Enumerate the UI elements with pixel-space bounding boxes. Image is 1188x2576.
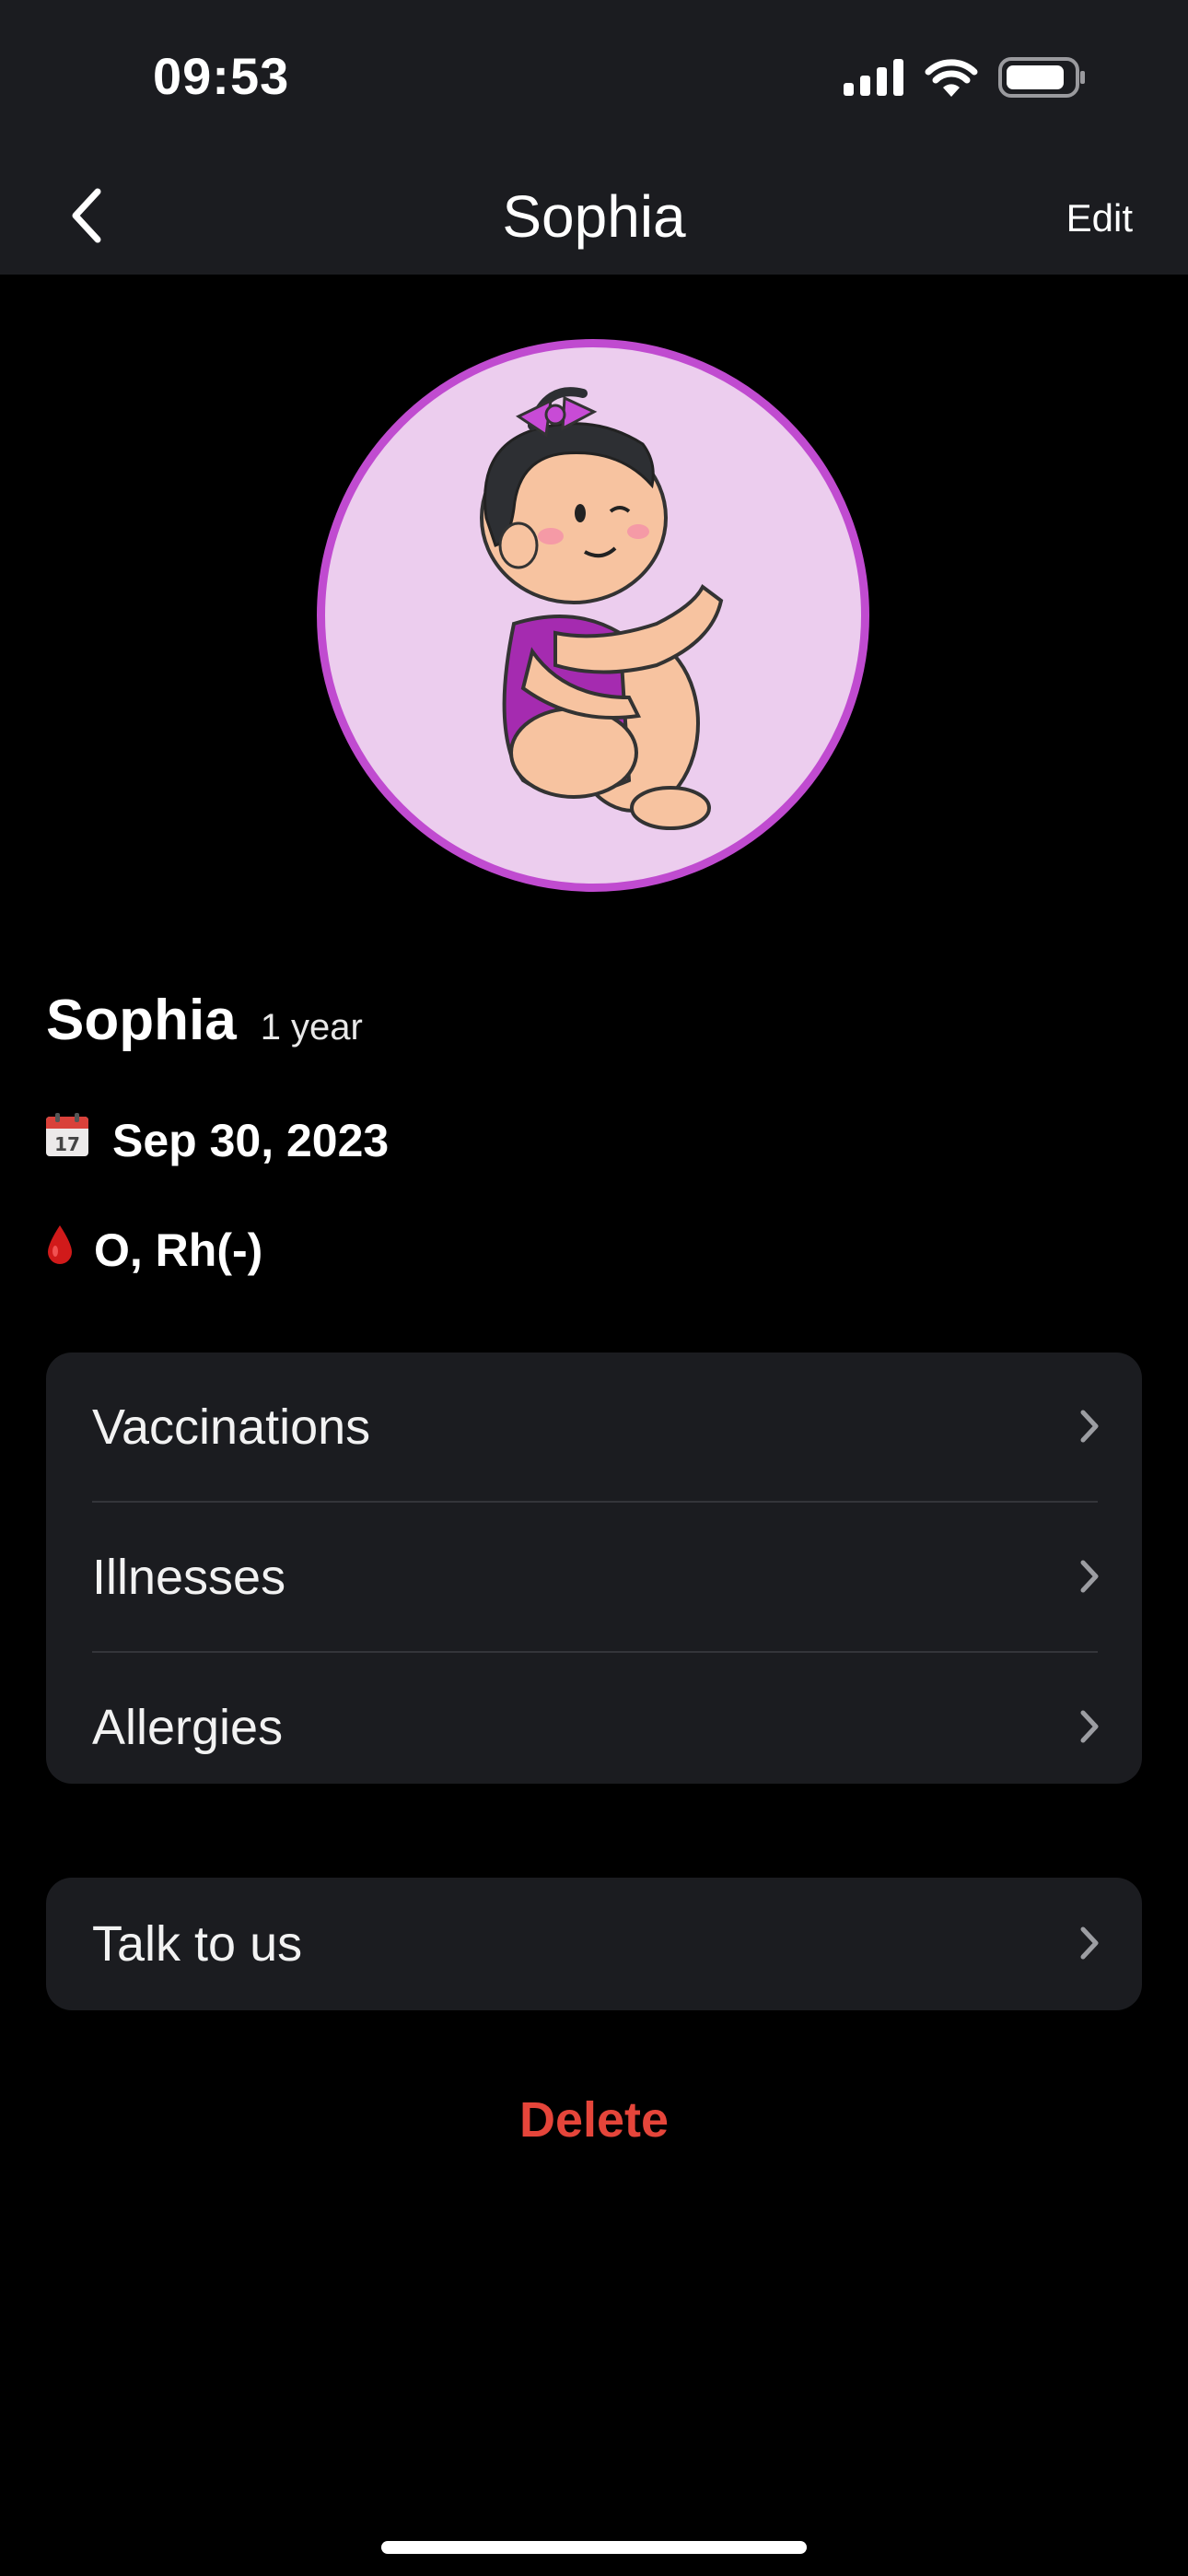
- calendar-day: 17: [54, 1133, 80, 1155]
- chevron-right-icon: [1079, 1915, 1100, 1973]
- menu-item-vaccinations[interactable]: Vaccinations: [46, 1352, 1142, 1501]
- status-time: 09:53: [153, 47, 290, 105]
- menu-item-label: Vaccinations: [92, 1399, 371, 1455]
- battery-icon: [998, 57, 1087, 102]
- health-menu: Vaccinations Illnesses Allergies: [46, 1352, 1142, 1784]
- status-icons: [844, 57, 1087, 102]
- signal-icon: [844, 59, 904, 100]
- blood-drop-icon: [44, 1224, 76, 1277]
- support-card: Talk to us: [46, 1878, 1142, 2010]
- blood-type: O, Rh(-): [94, 1224, 263, 1276]
- delete-button[interactable]: Delete: [0, 2091, 1188, 2149]
- calendar-icon: 17: [44, 1112, 90, 1169]
- chevron-right-icon: [1079, 1549, 1100, 1606]
- talk-to-us-button[interactable]: Talk to us: [46, 1878, 1142, 2010]
- menu-item-label: Illnesses: [92, 1549, 286, 1605]
- edit-button[interactable]: Edit: [1066, 196, 1133, 240]
- profile-name-row: Sophia 1 year: [46, 988, 363, 1053]
- blood-type-row: O, Rh(-): [44, 1224, 262, 1277]
- top-bar: 09:53 Sophia Edit: [0, 0, 1188, 275]
- birth-date-row: 17 Sep 30, 2023: [44, 1112, 389, 1169]
- chevron-right-icon: [1079, 1699, 1100, 1756]
- birth-date: Sep 30, 2023: [112, 1115, 390, 1166]
- profile-name: Sophia: [46, 989, 237, 1052]
- wifi-icon: [925, 58, 978, 101]
- baby-illustration: [480, 387, 724, 830]
- home-indicator[interactable]: [381, 2541, 807, 2554]
- profile-age: 1 year: [260, 1007, 363, 1048]
- avatar[interactable]: [317, 339, 869, 892]
- talk-to-us-label: Talk to us: [92, 1916, 303, 1972]
- chevron-right-icon: [1079, 1399, 1100, 1456]
- menu-item-label: Allergies: [92, 1699, 284, 1755]
- menu-item-allergies[interactable]: Allergies: [46, 1653, 1142, 1784]
- menu-item-illnesses[interactable]: Illnesses: [46, 1503, 1142, 1651]
- page-title: Sophia: [502, 183, 686, 250]
